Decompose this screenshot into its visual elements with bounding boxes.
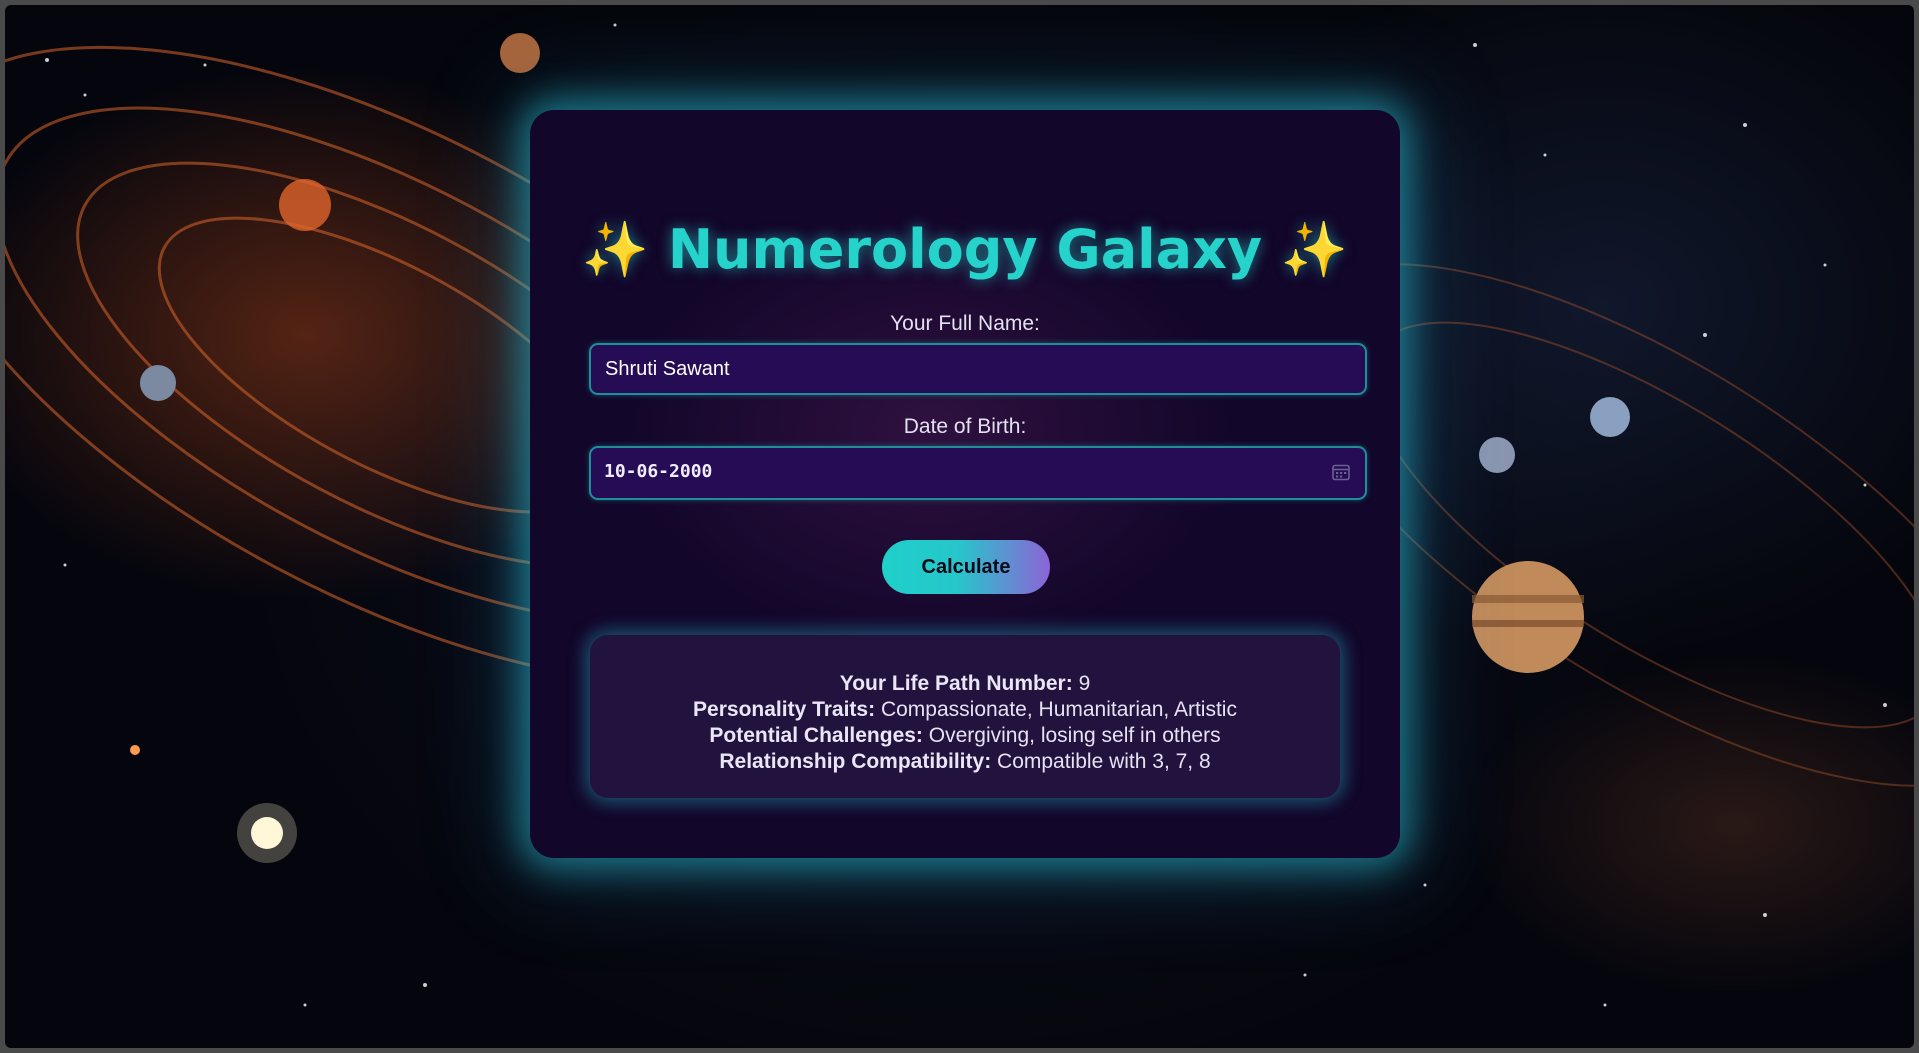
dob-value: 10-06-2000 [604,461,713,482]
challenges-label: Potential Challenges: [709,724,923,747]
compatibility-value: Compatible with 3, 7, 8 [997,750,1211,773]
compatibility-label: Relationship Compatibility: [719,750,992,773]
traits-label: Personality Traits: [693,698,876,721]
numerology-card: ✨ Numerology Galaxy ✨ Your Full Name: Da… [530,110,1400,858]
challenges-value: Overgiving, losing self in others [928,724,1221,747]
result-panel: Your Life Path Number: 9 Personality Tra… [590,635,1340,798]
dob-label: Date of Birth: [903,415,1027,438]
traits-line: Personality Traits: Compassionate, Human… [590,697,1340,723]
compatibility-line: Relationship Compatibility: Compatible w… [590,749,1340,775]
life-path-value: 9 [1078,672,1091,695]
calendar-icon[interactable] [1331,462,1351,482]
full-name-input[interactable] [589,343,1367,395]
full-name-label: Your Full Name: [890,312,1040,335]
app-window: ✨ Numerology Galaxy ✨ Your Full Name: Da… [5,5,1914,1048]
challenges-line: Potential Challenges: Overgiving, losing… [590,723,1340,749]
calculate-button[interactable]: Calculate [882,540,1050,594]
traits-value: Compassionate, Humanitarian, Artistic [880,698,1237,721]
page-title: ✨ Numerology Galaxy ✨ [581,218,1349,281]
life-path-label: Your Life Path Number: [839,672,1073,695]
life-path-line: Your Life Path Number: 9 [590,671,1340,697]
